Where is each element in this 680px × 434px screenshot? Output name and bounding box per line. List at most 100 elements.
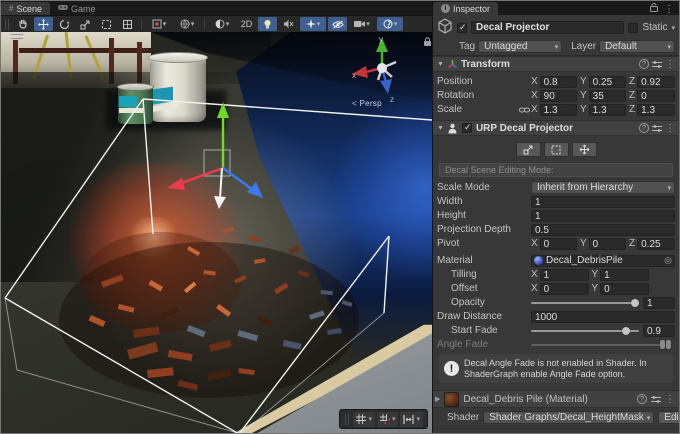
- scene-visibility-button[interactable]: [328, 17, 347, 31]
- height-label: Height: [437, 210, 531, 221]
- decal-enabled-checkbox[interactable]: [462, 123, 472, 133]
- effects-dropdown[interactable]: [300, 17, 326, 31]
- projection-depth-field[interactable]: 0.5: [531, 224, 675, 236]
- position-x-field[interactable]: 0.8: [540, 76, 577, 88]
- orientation-gizmo[interactable]: y x z < Persp: [346, 34, 418, 110]
- shader-dropdown[interactable]: Shader Graphs/Decal_HeightMask: [483, 411, 654, 424]
- position-z-field[interactable]: 0.92: [637, 76, 675, 88]
- camera-dropdown[interactable]: [349, 17, 375, 31]
- scale-tool-button[interactable]: [76, 17, 95, 31]
- gamepad-icon: [58, 4, 68, 13]
- opacity-value-field[interactable]: 1: [643, 297, 675, 309]
- presets-icon[interactable]: [651, 395, 661, 404]
- draw-distance-field[interactable]: 1000: [531, 311, 675, 323]
- scene-pane: # Scene Game: [1, 1, 432, 433]
- object-picker-icon[interactable]: ◎: [664, 255, 672, 266]
- constrain-proportions-icon[interactable]: [519, 106, 531, 114]
- gameobject-name-field[interactable]: Decal Projector: [471, 21, 624, 34]
- angle-fade-warning-box: ! Decal Angle Fade is not enabled in Sha…: [439, 354, 673, 383]
- scale-y-field[interactable]: 1.3: [589, 104, 626, 116]
- offset-x-field[interactable]: 0: [540, 283, 589, 295]
- rotation-z-field[interactable]: 0: [637, 90, 675, 102]
- audio-toggle-button[interactable]: [279, 17, 298, 31]
- scale-mode-dropdown[interactable]: Inherit from Hierarchy: [531, 181, 675, 194]
- gameobject-header: Decal Projector Static ▾ Tag Untagged La…: [433, 15, 679, 56]
- component-menu-icon[interactable]: ⋮: [665, 123, 675, 134]
- transform-header[interactable]: ▼ Transform ? ⋮: [433, 56, 679, 72]
- decal-projector-header[interactable]: ▼ URP Decal Projector ? ⋮: [433, 120, 679, 136]
- scale-x-field[interactable]: 1.3: [540, 104, 577, 116]
- foldout-arrow-icon[interactable]: ▼: [437, 125, 444, 132]
- lighting-toggle-button[interactable]: [258, 17, 277, 31]
- transform-tool-button[interactable]: [118, 17, 137, 31]
- static-dropdown-arrow[interactable]: ▾: [671, 24, 675, 32]
- pivot-rotation-dropdown[interactable]: [174, 17, 200, 31]
- angle-fade-minmax-slider: [531, 339, 671, 351]
- scale-z-field[interactable]: 1.3: [637, 104, 675, 116]
- rotation-y-field[interactable]: 35: [589, 90, 626, 102]
- pivot-y-field[interactable]: 0: [589, 238, 626, 250]
- shader-edit-button[interactable]: Edit...: [658, 411, 680, 424]
- scene-view-options-dropdown[interactable]: [377, 17, 403, 31]
- tab-inspector[interactable]: i Inspector: [433, 2, 498, 15]
- grid-visibility-dropdown[interactable]: [353, 412, 375, 427]
- shading-mode-dropdown[interactable]: [209, 17, 235, 31]
- tilling-x-field[interactable]: 1: [540, 269, 589, 281]
- grid-toolbar-handle[interactable]: [345, 414, 349, 425]
- help-icon[interactable]: ?: [639, 123, 649, 133]
- persp-label[interactable]: < Persp: [352, 99, 382, 108]
- offset-y-field[interactable]: 0: [600, 283, 649, 295]
- start-fade-value-field[interactable]: 0.9: [643, 325, 675, 337]
- grid-snapping-dropdown[interactable]: [400, 412, 423, 427]
- static-checkbox[interactable]: [628, 23, 638, 33]
- position-y-field[interactable]: 0.25: [589, 76, 626, 88]
- start-fade-slider[interactable]: [531, 325, 639, 337]
- opacity-slider[interactable]: [531, 297, 639, 309]
- help-icon[interactable]: ?: [637, 394, 647, 404]
- rect-tool-button[interactable]: [97, 17, 116, 31]
- gameobject-active-checkbox[interactable]: [457, 23, 467, 33]
- overlay-drag-handle[interactable]: [11, 34, 23, 39]
- snap-increment-dropdown[interactable]: [377, 412, 399, 427]
- decal-editing-mode-box: Decal Scene Editing Mode:: [439, 163, 673, 177]
- presets-icon[interactable]: [652, 60, 662, 69]
- rotation-x-field[interactable]: 90: [540, 90, 577, 102]
- layer-dropdown[interactable]: Default: [599, 40, 675, 53]
- presets-icon[interactable]: [652, 124, 662, 133]
- inspector-menu-icon[interactable]: ⋮: [664, 4, 674, 15]
- help-icon[interactable]: ?: [639, 59, 649, 69]
- tab-game-label: Game: [71, 4, 96, 14]
- tab-inspector-label: Inspector: [453, 4, 490, 14]
- lock-icon[interactable]: [650, 3, 658, 15]
- tab-scene[interactable]: # Scene: [1, 2, 50, 15]
- component-menu-icon[interactable]: ⋮: [665, 59, 675, 70]
- rotate-tool-button[interactable]: [55, 17, 74, 31]
- material-menu-icon[interactable]: ⋮: [665, 394, 675, 405]
- toolbar-separator: [204, 19, 205, 30]
- scene-viewport[interactable]: y x z < Persp: [1, 32, 432, 433]
- pivot-label: Pivot: [437, 238, 531, 249]
- tab-game[interactable]: Game: [50, 2, 104, 15]
- edit-pivot-mode-button[interactable]: [572, 142, 597, 157]
- pivot-mode-dropdown[interactable]: [146, 17, 172, 31]
- edit-scale-mode-button[interactable]: [516, 142, 541, 157]
- gizmo-lock-icon[interactable]: [423, 37, 432, 50]
- tilling-y-field[interactable]: 1: [600, 269, 649, 281]
- height-field[interactable]: 1: [531, 210, 675, 222]
- move-tool-button[interactable]: [34, 17, 53, 31]
- foldout-arrow-icon[interactable]: ▼: [437, 61, 444, 68]
- tag-dropdown[interactable]: Untagged: [478, 40, 562, 53]
- layer-label: Layer: [571, 41, 596, 52]
- width-field[interactable]: 1: [531, 196, 675, 208]
- toolbar-drag-handle[interactable]: [5, 19, 9, 30]
- edit-crop-mode-button[interactable]: [544, 142, 569, 157]
- hand-tool-button[interactable]: [13, 17, 32, 31]
- pivot-z-field[interactable]: 0.25: [637, 238, 675, 250]
- material-editor-header[interactable]: ▶ Decal_Debris Pile (Material) ? ⋮: [433, 390, 679, 408]
- gameobject-cube-icon[interactable]: [437, 18, 453, 37]
- material-object-field[interactable]: Decal_DebrisPile ◎: [531, 255, 675, 267]
- pivot-x-field[interactable]: 0: [540, 238, 577, 250]
- material-foldout-icon[interactable]: ▶: [435, 395, 440, 403]
- toolbar-separator: [141, 19, 142, 30]
- 2d-toggle-button[interactable]: 2D: [237, 17, 256, 31]
